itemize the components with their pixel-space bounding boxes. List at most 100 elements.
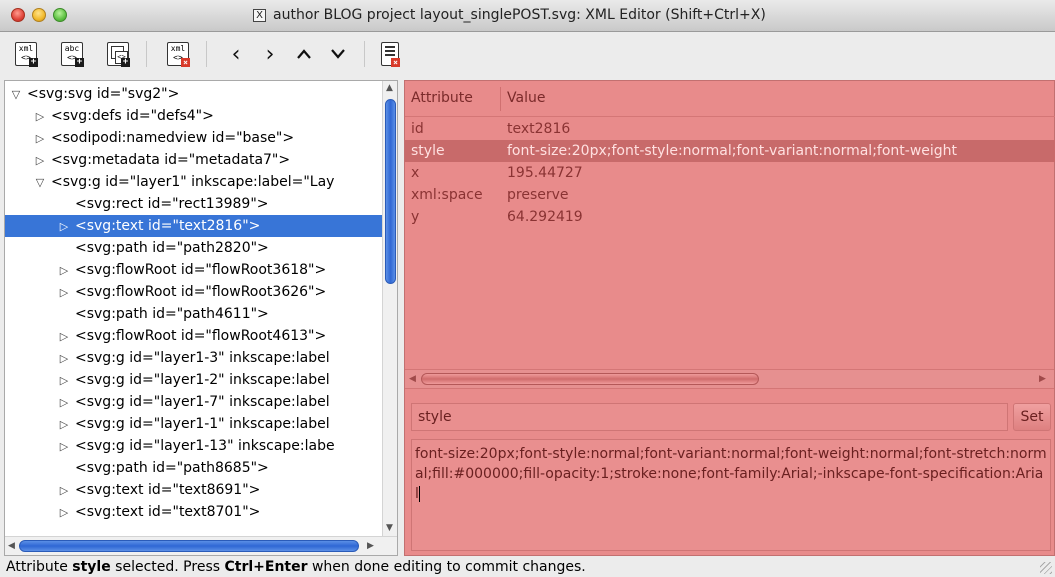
tree-node-label: <svg:text id="text2816"> (75, 218, 261, 234)
attribute-value-textarea[interactable]: font-size:20px;font-style:normal;font-va… (411, 439, 1051, 551)
delete-node-button[interactable]: xml <> × (164, 39, 192, 69)
column-divider (500, 87, 501, 111)
tree-node[interactable]: ▷ <svg:g id="layer1-3" inkscape:label (5, 347, 397, 369)
x11-app-icon: X (253, 9, 266, 22)
tree-node-label: <svg:rect id="rect13989"> (75, 196, 269, 212)
attribute-horizontal-scrollbar[interactable]: ◀ ▶ (405, 369, 1054, 389)
attribute-value-text: font-size:20px;font-style:normal;font-va… (415, 446, 1047, 502)
collapsed-triangle-icon[interactable]: ▷ (33, 150, 47, 171)
close-window-button[interactable] (11, 8, 25, 22)
collapsed-triangle-icon[interactable]: ▷ (57, 282, 71, 303)
abc-new-text-icon: abc <> + (61, 42, 84, 67)
tree-node[interactable]: ▷ <svg:flowRoot id="flowRoot3618"> (5, 259, 397, 281)
collapsed-triangle-icon[interactable]: ▷ (57, 370, 71, 391)
attribute-key: id (411, 121, 424, 137)
collapsed-triangle-icon[interactable]: ▷ (57, 502, 71, 523)
tree-node-label: <svg:path id="path8685"> (75, 460, 269, 476)
toolbar-separator (364, 41, 365, 67)
collapsed-triangle-icon[interactable]: ▷ (57, 414, 71, 435)
tree-node[interactable]: ▷ <svg:text id="text2816"> (5, 215, 397, 237)
tree-node[interactable]: ▷ <svg:g id="layer1-7" inkscape:label (5, 391, 397, 413)
attribute-panel: Attribute Value id text2816 style font-size… (404, 80, 1055, 556)
scroll-left-arrow-icon[interactable]: ◀ (409, 374, 416, 384)
attribute-row[interactable]: id text2816 (405, 118, 1055, 140)
set-attribute-button[interactable]: Set (1013, 403, 1051, 431)
lower-node-button[interactable] (324, 39, 352, 69)
attribute-value: 195.44727 (507, 165, 583, 181)
tree-node[interactable]: ▽ <svg:svg id="svg2"> (5, 83, 385, 105)
attribute-row[interactable]: style font-size:20px;font-style:normal;fo… (405, 140, 1055, 162)
zoom-window-button[interactable] (53, 8, 67, 22)
attribute-key: xml:space (411, 187, 483, 203)
tree-node[interactable]: ▷ <svg:g id="layer1-13" inkscape:labe (5, 435, 397, 457)
toolbar-separator (146, 41, 147, 67)
xml-editor-toolbar: xml <> + abc <> + <> + xml <> × ‹ › × (0, 33, 1055, 77)
attribute-name-input[interactable]: style (411, 403, 1008, 431)
attribute-row[interactable]: xml:space preserve (405, 184, 1055, 206)
tree-node[interactable]: <svg:path id="path8685"> (5, 457, 397, 479)
scroll-down-arrow-icon[interactable]: ▼ (386, 523, 393, 533)
tree-node-label: <svg:g id="layer1-13" inkscape:labe (75, 438, 335, 454)
tree-node[interactable]: ▷ <svg:text id="text8701"> (5, 501, 397, 523)
indent-node-button[interactable]: › (256, 39, 284, 69)
status-text: when done editing to commit changes. (307, 559, 586, 575)
collapsed-triangle-icon[interactable]: ▷ (33, 106, 47, 127)
attribute-value: text2816 (507, 121, 571, 137)
collapsed-triangle-icon[interactable]: ▷ (57, 348, 71, 369)
collapsed-triangle-icon[interactable]: ▷ (57, 326, 71, 347)
tree-node[interactable]: ▷ <sodipodi:namedview id="base"> (5, 127, 397, 149)
attribute-key: x (411, 165, 420, 181)
tree-vertical-scrollbar[interactable]: ▲ ▼ (382, 81, 397, 536)
expanded-triangle-icon[interactable]: ▽ (9, 84, 23, 105)
chevron-right-icon: › (265, 41, 275, 67)
tree-node[interactable]: <svg:path id="path4611"> (5, 303, 397, 325)
duplicate-node-button[interactable]: <> + (104, 39, 132, 69)
tree-node[interactable]: <svg:rect id="rect13989"> (5, 193, 397, 215)
scroll-right-arrow-icon[interactable]: ▶ (367, 541, 374, 551)
collapsed-triangle-icon[interactable]: ▷ (57, 480, 71, 501)
tree-node[interactable]: <svg:path id="path2820"> (5, 237, 397, 259)
attribute-value: font-size:20px;font-style:normal;font-va… (507, 143, 958, 159)
resize-grip-icon[interactable] (1040, 562, 1052, 574)
tree-horizontal-scroll-thumb[interactable] (19, 540, 359, 552)
collapsed-triangle-icon[interactable]: ▷ (57, 216, 71, 237)
tree-node-label: <svg:flowRoot id="flowRoot3626"> (75, 284, 327, 300)
collapsed-triangle-icon[interactable]: ▷ (57, 260, 71, 281)
attribute-table-header: Attribute Value (405, 81, 1055, 117)
scroll-right-arrow-icon[interactable]: ▶ (1039, 374, 1046, 384)
raise-node-button[interactable] (290, 39, 318, 69)
tree-node-label: <svg:g id="layer1" inkscape:label="Lay (51, 174, 335, 190)
attribute-row[interactable]: x 195.44727 (405, 162, 1055, 184)
chevron-up-icon (297, 49, 311, 59)
xml-delete-node-icon: xml <> × (167, 42, 190, 67)
expanded-triangle-icon[interactable]: ▽ (33, 172, 47, 193)
tree-horizontal-scrollbar[interactable]: ◀ ▶ (5, 536, 397, 555)
collapsed-triangle-icon[interactable]: ▷ (57, 436, 71, 457)
scroll-left-arrow-icon[interactable]: ◀ (8, 541, 15, 551)
tree-node[interactable]: ▷ <svg:flowRoot id="flowRoot3626"> (5, 281, 397, 303)
attribute-row[interactable]: y 64.292419 (405, 206, 1055, 228)
attribute-scroll-thumb[interactable] (421, 373, 759, 385)
delete-attribute-button[interactable]: × (376, 39, 404, 69)
tree-node[interactable]: ▷ <svg:text id="text8691"> (5, 479, 397, 501)
new-element-node-button[interactable]: xml <> + (12, 39, 40, 69)
minimize-window-button[interactable] (32, 8, 46, 22)
unindent-node-button[interactable]: ‹ (222, 39, 250, 69)
attribute-key: y (411, 209, 420, 225)
tree-vertical-scroll-thumb[interactable] (385, 99, 396, 284)
tree-node[interactable]: ▷ <svg:metadata id="metadata7"> (5, 149, 397, 171)
new-text-node-button[interactable]: abc <> + (58, 39, 86, 69)
collapsed-triangle-icon[interactable]: ▷ (33, 128, 47, 149)
tree-node[interactable]: ▷ <svg:flowRoot id="flowRoot4613"> (5, 325, 397, 347)
tree-node[interactable]: ▷ <svg:g id="layer1-1" inkscape:label (5, 413, 397, 435)
tree-node-label: <svg:flowRoot id="flowRoot3618"> (75, 262, 327, 278)
scroll-up-arrow-icon[interactable]: ▲ (386, 83, 393, 93)
collapsed-triangle-icon[interactable]: ▷ (57, 392, 71, 413)
tree-node[interactable]: ▽ <svg:g id="layer1" inkscape:label="Lay (5, 171, 397, 193)
duplicate-node-icon: <> + (107, 42, 130, 67)
value-column-header[interactable]: Value (507, 90, 545, 106)
tree-node[interactable]: ▷ <svg:defs id="defs4"> (5, 105, 397, 127)
tree-node[interactable]: ▷ <svg:g id="layer1-2" inkscape:label (5, 369, 397, 391)
xml-node-tree[interactable]: ▽ <svg:svg id="svg2"> ▷ <svg:defs id="defs4… (4, 80, 398, 556)
attribute-column-header[interactable]: Attribute (411, 90, 473, 106)
